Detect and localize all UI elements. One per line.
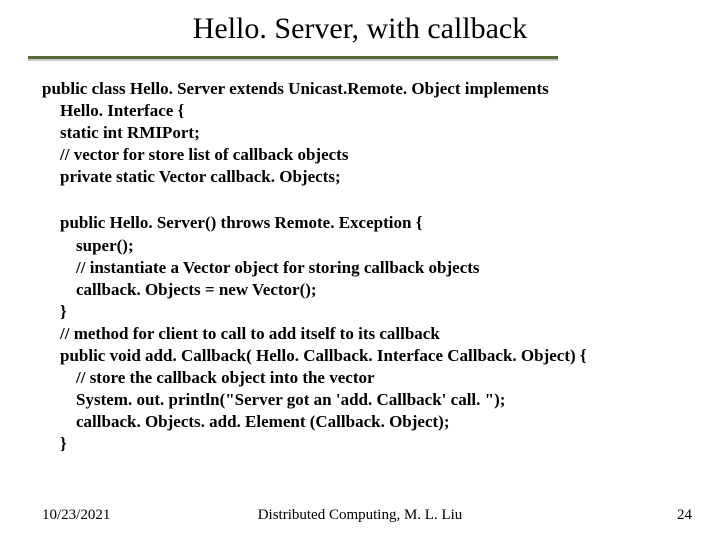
code-block-2: public Hello. Server() throws Remote. Ex… xyxy=(42,212,682,455)
code-line: System. out. println("Server got an 'add… xyxy=(42,389,682,411)
footer-center: Distributed Computing, M. L. Liu xyxy=(0,507,720,524)
code-line: } xyxy=(42,433,682,455)
code-line: Hello. Interface { xyxy=(42,100,682,122)
code-line: } xyxy=(42,301,682,323)
slide-title: Hello. Server, with callback xyxy=(0,0,720,52)
code-line: // method for client to call to add itse… xyxy=(42,323,682,345)
code-line: callback. Objects = new Vector(); xyxy=(42,279,682,301)
code-line: super(); xyxy=(42,235,682,257)
code-line: public Hello. Server() throws Remote. Ex… xyxy=(42,212,682,234)
slide: Hello. Server, with callback public clas… xyxy=(0,0,720,540)
code-line: public class Hello. Server extends Unica… xyxy=(42,78,682,100)
footer-page-number: 24 xyxy=(677,507,692,524)
code-line: public void add. Callback( Hello. Callba… xyxy=(42,345,682,367)
code-line: // instantiate a Vector object for stori… xyxy=(42,257,682,279)
code-line: callback. Objects. add. Element (Callbac… xyxy=(42,411,682,433)
code-line: static int RMIPort; xyxy=(42,122,682,144)
code-content: public class Hello. Server extends Unica… xyxy=(42,78,682,456)
code-block-1: public class Hello. Server extends Unica… xyxy=(42,78,682,188)
title-underline xyxy=(28,56,558,59)
code-line: private static Vector callback. Objects; xyxy=(42,166,682,188)
code-line: // vector for store list of callback obj… xyxy=(42,144,682,166)
code-line: // store the callback object into the ve… xyxy=(42,367,682,389)
